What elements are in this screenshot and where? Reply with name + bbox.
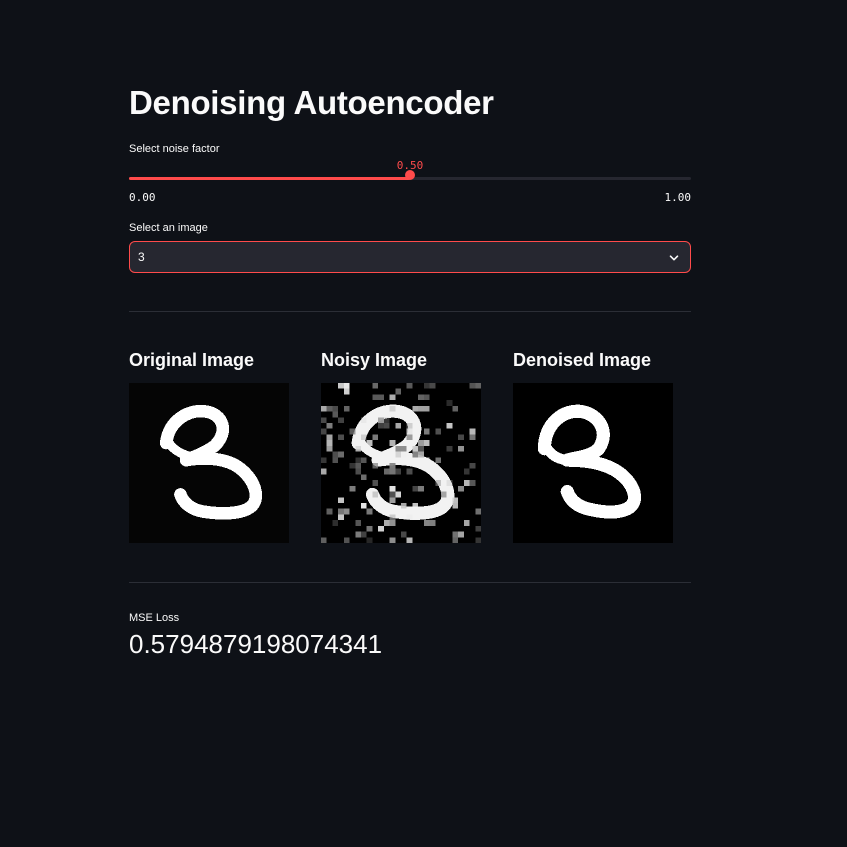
noise-slider-fill	[129, 177, 410, 180]
noise-slider[interactable]: 0.50 0.00 1.00	[129, 158, 692, 204]
denoised-image-column: Denoised Image	[513, 348, 673, 543]
mse-loss-value: 0.5794879198074341	[129, 629, 383, 659]
image-select[interactable]: 3	[129, 241, 691, 273]
denoised-image	[513, 383, 673, 543]
denoised-image-heading: Denoised Image	[513, 350, 652, 370]
noisy-image	[321, 383, 481, 543]
noisy-image-column: Noisy Image	[321, 348, 481, 543]
image-select-label: Select an image	[129, 222, 208, 234]
original-image-heading: Original Image	[129, 350, 255, 370]
noise-slider-label: Select noise factor	[129, 143, 220, 155]
original-image-column: Original Image	[129, 348, 289, 543]
noise-slider-max: 1.00	[664, 191, 692, 204]
mse-loss-label: MSE Loss	[129, 612, 180, 624]
divider	[129, 582, 691, 583]
noise-slider-min: 0.00	[129, 191, 156, 204]
divider	[129, 311, 691, 312]
chevron-down-icon[interactable]	[668, 252, 680, 264]
noise-slider-thumb[interactable]	[405, 170, 415, 180]
image-select-value: 3	[138, 250, 145, 264]
original-image	[129, 383, 289, 543]
noisy-image-heading: Noisy Image	[321, 350, 428, 370]
page-title: Denoising Autoencoder	[129, 84, 494, 121]
